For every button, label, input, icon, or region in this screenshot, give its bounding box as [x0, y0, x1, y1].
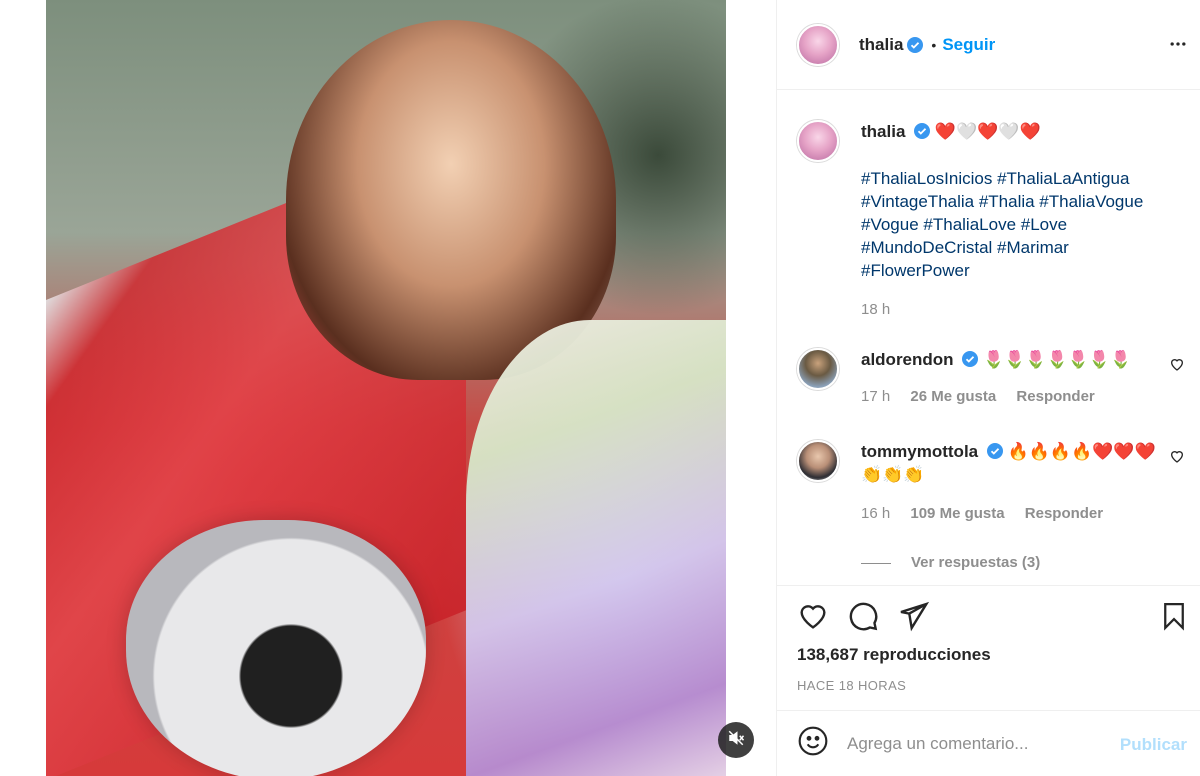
like-heart-icon[interactable] — [797, 600, 829, 632]
caption-hashtags: #ThaliaLosInicios #ThaliaLaAntigua #Vint… — [861, 167, 1191, 282]
hashtag-line[interactable]: #Vogue #ThaliaLove #Love — [861, 213, 1191, 236]
comments-list: thalia ❤️🤍❤️🤍❤️ #ThaliaLosInicios #Thali… — [777, 90, 1200, 586]
comment-username[interactable]: aldorendon — [861, 350, 954, 369]
comment-composer: Publicar — [777, 710, 1200, 776]
like-comment-heart-icon[interactable] — [1169, 356, 1185, 377]
hashtag-line[interactable]: #FlowerPower — [861, 259, 1191, 282]
caption-time: 18 h — [861, 301, 891, 318]
comment-likes[interactable]: 26 Me gusta — [910, 388, 996, 405]
verified-badge-icon — [907, 36, 924, 53]
reply-button[interactable]: Responder — [1016, 388, 1094, 405]
mute-button[interactable] — [718, 722, 754, 758]
comment-username[interactable]: tommymottola — [861, 442, 978, 461]
comment-meta: 17 h 26 Me gusta Responder — [861, 385, 1191, 408]
post-timestamp[interactable]: HACE 18 HORAS — [797, 678, 906, 693]
comment-text-line2: 👏👏👏 — [861, 465, 925, 484]
caption-emojis: ❤️🤍❤️🤍❤️ — [934, 122, 1041, 141]
avatar[interactable] — [797, 120, 839, 162]
header-username[interactable]: thalia — [859, 35, 903, 55]
outfit — [466, 320, 726, 776]
comment-bubble-icon[interactable] — [847, 600, 879, 632]
comment-likes[interactable]: 109 Me gusta — [910, 505, 1004, 522]
caption-username[interactable]: thalia — [861, 122, 905, 141]
post-header: thalia • Seguir — [777, 0, 1200, 90]
publish-button[interactable]: Publicar — [1120, 735, 1187, 755]
reply-button[interactable]: Responder — [1025, 505, 1103, 522]
record-disc — [126, 520, 426, 776]
view-replies-label: Ver respuestas (3) — [911, 554, 1041, 571]
post-side-panel: thalia • Seguir thalia ❤️🤍❤️🤍❤️ #ThaliaL… — [776, 0, 1200, 776]
hashtag-line[interactable]: #VintageThalia #Thalia #ThaliaVogue — [861, 190, 1191, 213]
avatar[interactable] — [797, 348, 839, 390]
emoji-smiley-icon[interactable] — [797, 725, 829, 762]
action-bar: 138,687 reproducciones HACE 18 HORAS — [777, 585, 1200, 705]
view-replies-button[interactable]: Ver respuestas (3) — [861, 554, 1040, 571]
view-count: 138,687 reproducciones — [797, 645, 991, 664]
avatar[interactable] — [797, 440, 839, 482]
verified-badge-icon — [914, 122, 931, 139]
speaker-muted-icon — [727, 729, 745, 752]
hashtag-line[interactable]: #ThaliaLosInicios #ThaliaLaAntigua — [861, 167, 1191, 190]
replies-divider — [861, 562, 891, 564]
more-options-icon[interactable] — [1168, 34, 1188, 59]
verified-badge-icon — [986, 442, 1003, 459]
comment-time: 16 h — [861, 505, 891, 522]
like-comment-heart-icon[interactable] — [1169, 448, 1185, 469]
separator-dot: • — [931, 36, 937, 53]
bookmark-icon[interactable] — [1159, 600, 1189, 632]
comment-input[interactable] — [847, 733, 1097, 754]
follow-button[interactable]: Seguir — [942, 35, 995, 55]
hashtag-line[interactable]: #MundoDeCristal #Marimar — [861, 236, 1191, 259]
comment-text: 🔥🔥🔥🔥❤️❤️❤️ — [1007, 442, 1156, 461]
share-paper-plane-icon[interactable] — [897, 600, 929, 632]
verified-badge-icon — [962, 350, 979, 367]
post-media[interactable] — [46, 0, 726, 776]
avatar[interactable] — [797, 23, 839, 66]
comment-text: 🌷🌷🌷🌷🌷🌷🌷 — [983, 350, 1132, 369]
comment-time: 17 h — [861, 388, 891, 405]
comment-meta: 16 h 109 Me gusta Responder — [861, 502, 1191, 525]
